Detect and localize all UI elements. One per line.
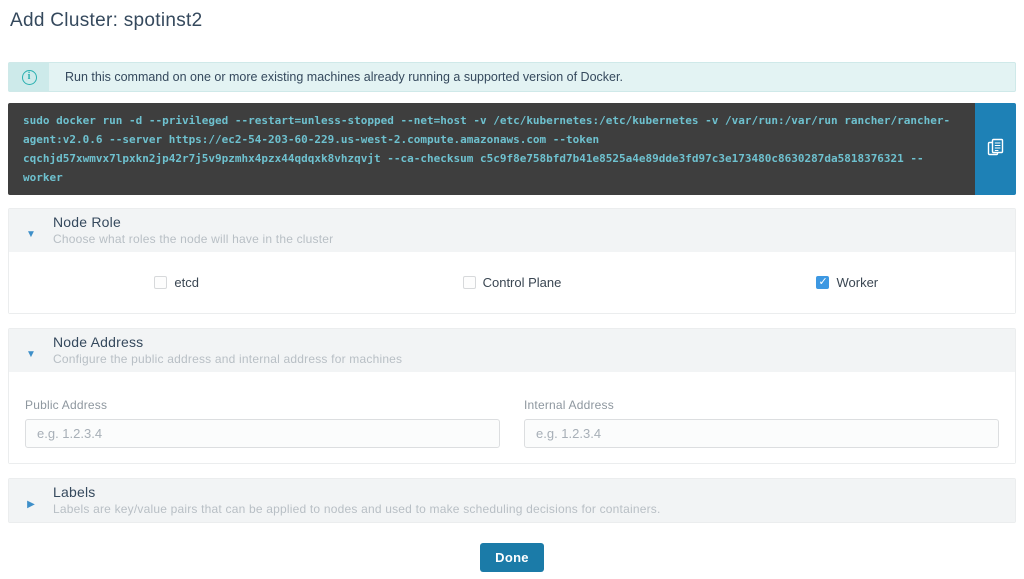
checkbox-worker-label: Worker [836,275,878,290]
caret-down-icon: ▼ [9,221,53,240]
caret-right-icon: ▶ [9,491,53,510]
node-role-subtitle: Choose what roles the node will have in … [53,232,1015,246]
labels-title: Labels [53,484,1015,500]
checkbox-etcd-label: etcd [174,275,199,290]
labels-section-header[interactable]: ▶ Labels Labels are key/value pairs that… [9,479,1015,522]
node-role-section: ▼ Node Role Choose what roles the node w… [8,208,1016,314]
checkbox-control-plane-label: Control Plane [483,275,562,290]
docker-command-block: sudo docker run -d --privileged --restar… [8,103,1016,195]
node-role-section-header[interactable]: ▼ Node Role Choose what roles the node w… [9,209,1015,252]
clipboard-icon [987,138,1004,160]
info-banner: i Run this command on one or more existi… [8,62,1016,92]
labels-section: ▶ Labels Labels are key/value pairs that… [8,478,1016,523]
node-address-subtitle: Configure the public address and interna… [53,352,1015,366]
caret-down-icon: ▼ [9,341,53,360]
internal-address-label: Internal Address [524,398,999,412]
checkbox-worker-box[interactable] [816,276,829,289]
internal-address-field: Internal Address [524,398,999,448]
done-button[interactable]: Done [480,543,544,572]
docker-command-text: sudo docker run -d --privileged --restar… [8,103,975,195]
banner-text: Run this command on one or more existing… [49,63,623,91]
page-title: Add Cluster: spotinst2 [10,10,1016,32]
node-address-section: ▼ Node Address Configure the public addr… [8,328,1016,464]
checkbox-control-plane[interactable]: Control Plane [463,275,562,290]
node-role-options: etcd Control Plane Worker [9,252,1015,313]
public-address-label: Public Address [25,398,500,412]
checkbox-etcd[interactable]: etcd [154,275,199,290]
public-address-field: Public Address [25,398,500,448]
checkbox-control-plane-box[interactable] [463,276,476,289]
checkbox-worker[interactable]: Worker [816,275,878,290]
node-address-form: Public Address Internal Address [9,372,1015,463]
public-address-input[interactable] [25,419,500,448]
copy-command-button[interactable] [975,103,1016,195]
internal-address-input[interactable] [524,419,999,448]
node-address-title: Node Address [53,334,1015,350]
info-icon: i [22,70,37,85]
footer: Done [8,543,1016,572]
node-address-section-header[interactable]: ▼ Node Address Configure the public addr… [9,329,1015,372]
node-role-title: Node Role [53,214,1015,230]
info-icon-area: i [9,63,49,91]
checkbox-etcd-box[interactable] [154,276,167,289]
labels-subtitle: Labels are key/value pairs that can be a… [53,502,1015,516]
